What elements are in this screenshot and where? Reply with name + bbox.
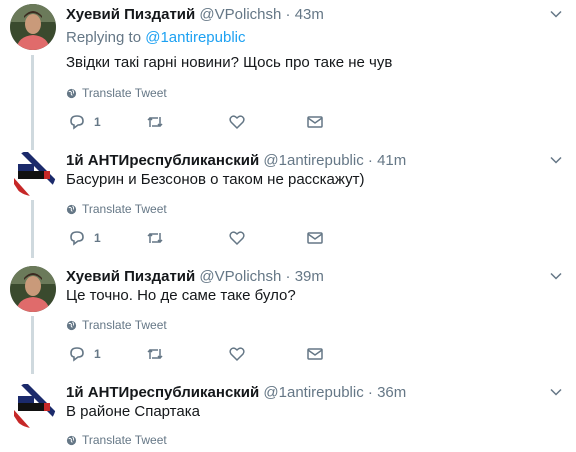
tweet-timestamp[interactable]: 43m <box>295 6 324 23</box>
tweet-timestamp[interactable]: 39m <box>295 268 324 285</box>
translate-label: Translate Tweet <box>82 318 167 332</box>
retweet-icon <box>147 232 163 244</box>
replying-to: Replying to @1antirepublic <box>66 29 246 46</box>
tweet[interactable]: 1й АНТИреспубликанский @1antirepublic · … <box>0 146 576 261</box>
author-name[interactable]: 1й АНТИреспубликанский <box>66 152 259 169</box>
translate-label: Translate Tweet <box>82 433 167 447</box>
author-handle[interactable]: @1antirepublic <box>263 152 363 169</box>
tweet-text: Звідки такі гарні новини? Щось про таке … <box>66 54 393 71</box>
avatar[interactable] <box>10 266 56 312</box>
tweet-actions: 1 <box>66 113 366 133</box>
reply-icon <box>70 115 84 130</box>
tv-channel-logo-icon <box>10 150 56 196</box>
like-button[interactable] <box>228 229 246 247</box>
heart-icon <box>229 231 245 246</box>
author-name[interactable]: Хуевий Пиздатий <box>66 268 195 285</box>
person-photo-icon <box>10 266 56 312</box>
tweet-header: Хуевий Пиздатий @VPolichsh · 39m <box>66 268 324 285</box>
globe-icon <box>66 320 77 330</box>
reply-icon <box>70 347 84 362</box>
separator-dot: · <box>367 152 373 169</box>
avatar[interactable] <box>10 150 56 196</box>
translate-label: Translate Tweet <box>82 202 167 216</box>
direct-message-button[interactable] <box>306 229 324 247</box>
reply-count: 1 <box>94 115 101 129</box>
tv-channel-logo-icon <box>10 382 56 428</box>
tweet-header: 1й АНТИреспубликанский @1antirepublic · … <box>66 152 406 169</box>
translate-tweet-link[interactable]: Translate Tweet <box>66 433 167 447</box>
globe-icon <box>66 435 77 445</box>
chevron-down-icon[interactable] <box>550 270 562 282</box>
reply-count: 1 <box>94 231 101 245</box>
translate-tweet-link[interactable]: Translate Tweet <box>66 318 167 332</box>
avatar[interactable] <box>10 4 56 50</box>
author-name[interactable]: Хуевий Пиздатий <box>66 6 195 23</box>
reply-icon <box>70 231 84 246</box>
like-button[interactable] <box>228 345 246 363</box>
heart-icon <box>229 115 245 130</box>
chevron-down-icon[interactable] <box>550 386 562 398</box>
tweet-header: 1й АНТИреспубликанский @1antirepublic · … <box>66 384 406 401</box>
heart-icon <box>229 347 245 362</box>
retweet-button[interactable] <box>146 229 164 247</box>
tweet-text: Басурин и Безсонов о таком не расскажут) <box>66 171 365 188</box>
replying-to-label: Replying to <box>66 29 142 46</box>
tweet-timestamp[interactable]: 36m <box>377 384 406 401</box>
retweet-button[interactable] <box>146 113 164 131</box>
tweet-actions: 1 <box>66 229 366 249</box>
translate-tweet-link[interactable]: Translate Tweet <box>66 202 167 216</box>
tweet-actions: 1 <box>66 345 366 365</box>
tweet-header: Хуевий Пиздатий @VPolichsh · 43m <box>66 6 324 23</box>
author-handle[interactable]: @1antirepublic <box>263 384 363 401</box>
tweet[interactable]: Хуевий Пиздатий @VPolichsh · 43m Replyin… <box>0 0 576 145</box>
direct-message-button[interactable] <box>306 113 324 131</box>
like-button[interactable] <box>228 113 246 131</box>
direct-message-button[interactable] <box>306 345 324 363</box>
mention-link[interactable]: @1antirepublic <box>145 29 245 46</box>
separator-dot: · <box>285 6 291 23</box>
person-photo-icon <box>10 4 56 50</box>
avatar[interactable] <box>10 382 56 428</box>
reply-button[interactable]: 1 <box>68 113 101 131</box>
chevron-down-icon[interactable] <box>550 8 562 20</box>
globe-icon <box>66 88 77 98</box>
tweet-text: В районе Спартака <box>66 403 200 420</box>
tweet-text: Це точно. Но де саме таке було? <box>66 287 296 304</box>
envelope-icon <box>307 348 323 360</box>
separator-dot: · <box>285 268 291 285</box>
author-handle[interactable]: @VPolichsh <box>199 6 281 23</box>
reply-count: 1 <box>94 347 101 361</box>
retweet-button[interactable] <box>146 345 164 363</box>
envelope-icon <box>307 232 323 244</box>
tweet[interactable]: 1й АНТИреспубликанский @1antirepublic · … <box>0 378 576 452</box>
conversation-thread: Хуевий Пиздатий @VPolichsh · 43m Replyin… <box>0 0 576 452</box>
tweet-timestamp[interactable]: 41m <box>377 152 406 169</box>
globe-icon <box>66 204 77 214</box>
reply-button[interactable]: 1 <box>68 345 101 363</box>
author-name[interactable]: 1й АНТИреспубликанский <box>66 384 259 401</box>
chevron-down-icon[interactable] <box>550 154 562 166</box>
translate-label: Translate Tweet <box>82 86 167 100</box>
separator-dot: · <box>367 384 373 401</box>
retweet-icon <box>147 348 163 360</box>
tweet[interactable]: Хуевий Пиздатий @VPolichsh · 39m Це точн… <box>0 262 576 377</box>
translate-tweet-link[interactable]: Translate Tweet <box>66 86 167 100</box>
reply-button[interactable]: 1 <box>68 229 101 247</box>
author-handle[interactable]: @VPolichsh <box>199 268 281 285</box>
retweet-icon <box>147 116 163 128</box>
envelope-icon <box>307 116 323 128</box>
